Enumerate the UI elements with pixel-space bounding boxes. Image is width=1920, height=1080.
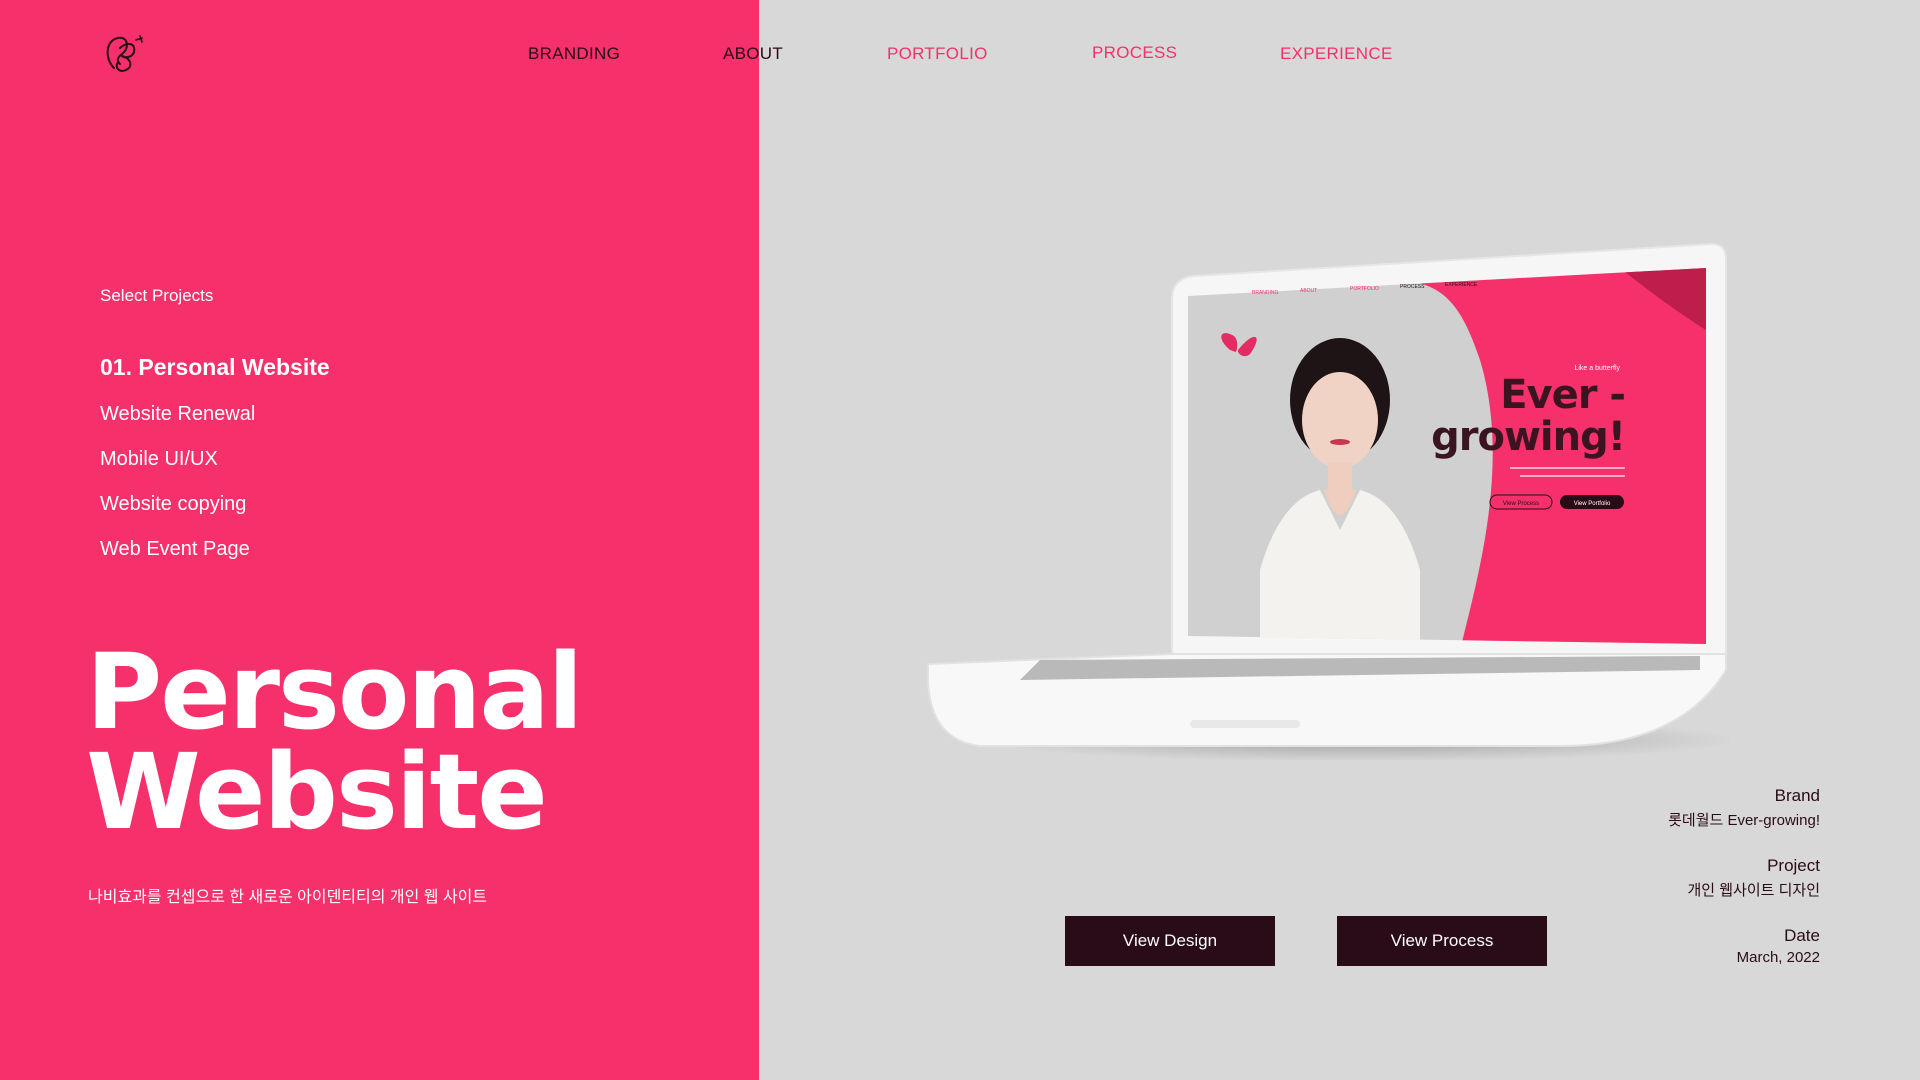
date-info: Date March, 2022 [1737, 926, 1820, 966]
hero-title-line1: Personal [86, 631, 583, 753]
hero-title-line2: Website [86, 731, 548, 853]
brand-value: 롯데월드 Ever-growing! [1668, 812, 1820, 829]
hero-description: 나비효과를 컨셉으로 한 새로운 아이덴티티의 개인 웹 사이트 [88, 889, 488, 906]
project-value: 개인 웹사이트 디자인 [1687, 882, 1820, 899]
nav-experience[interactable]: EXPERIENCE [1280, 44, 1393, 64]
nav-about[interactable]: ABOUT [723, 44, 783, 64]
mockup-nav-experience: EXPERIENCE [1445, 282, 1478, 288]
mockup-headline-line2: growing! [1431, 414, 1625, 460]
mockup-view-process-label: View Process [1503, 501, 1539, 507]
brand-info: Brand 롯데월드 Ever-growing! [1668, 786, 1820, 830]
select-projects-heading: Select Projects [100, 286, 214, 305]
nav-branding[interactable]: BRANDING [528, 44, 620, 64]
project-item-mobile-ui-ux[interactable]: Mobile UI/UX [100, 448, 218, 471]
view-design-button[interactable]: View Design [1065, 916, 1275, 966]
laptop-screen [1188, 268, 1706, 644]
mockup-tagline: Like a butterfly [1574, 365, 1620, 372]
view-process-button[interactable]: View Process [1337, 916, 1547, 966]
project-item-personal-website[interactable]: 01. Personal Website [100, 354, 330, 381]
hero-title: Personal Website [86, 631, 583, 853]
project-item-web-event-page[interactable]: Web Event Page [100, 538, 250, 561]
mockup-nav-about: ABOUT [1300, 288, 1317, 294]
nav-portfolio[interactable]: PORTFOLIO [887, 44, 988, 64]
project-item-website-renewal[interactable]: Website Renewal [100, 403, 255, 426]
date-label: Date [1784, 926, 1820, 945]
date-value: March, 2022 [1736, 949, 1820, 966]
mockup-nav-branding: BRANDING [1252, 290, 1279, 296]
mockup-view-portfolio-label: View Portfolio [1574, 501, 1611, 507]
mockup-headline-line1: Ever - [1500, 372, 1625, 418]
project-item-website-copying[interactable]: Website copying [100, 493, 246, 516]
nav-process[interactable]: PROCESS [1092, 43, 1177, 63]
brand-label: Brand [1774, 786, 1820, 805]
project-info: Project 개인 웹사이트 디자인 [1687, 856, 1820, 900]
mockup-nav-portfolio: PORTFOLIO [1350, 286, 1379, 292]
laptop-trackpad-notch [1190, 720, 1300, 728]
mockup-nav-process: PROCESS [1400, 284, 1425, 290]
signature-logo-icon[interactable] [96, 28, 152, 84]
project-label: Project [1767, 856, 1820, 875]
laptop-mockup: BRANDING ABOUT PORTFOLIO PROCESS EXPERIE… [927, 242, 1730, 760]
